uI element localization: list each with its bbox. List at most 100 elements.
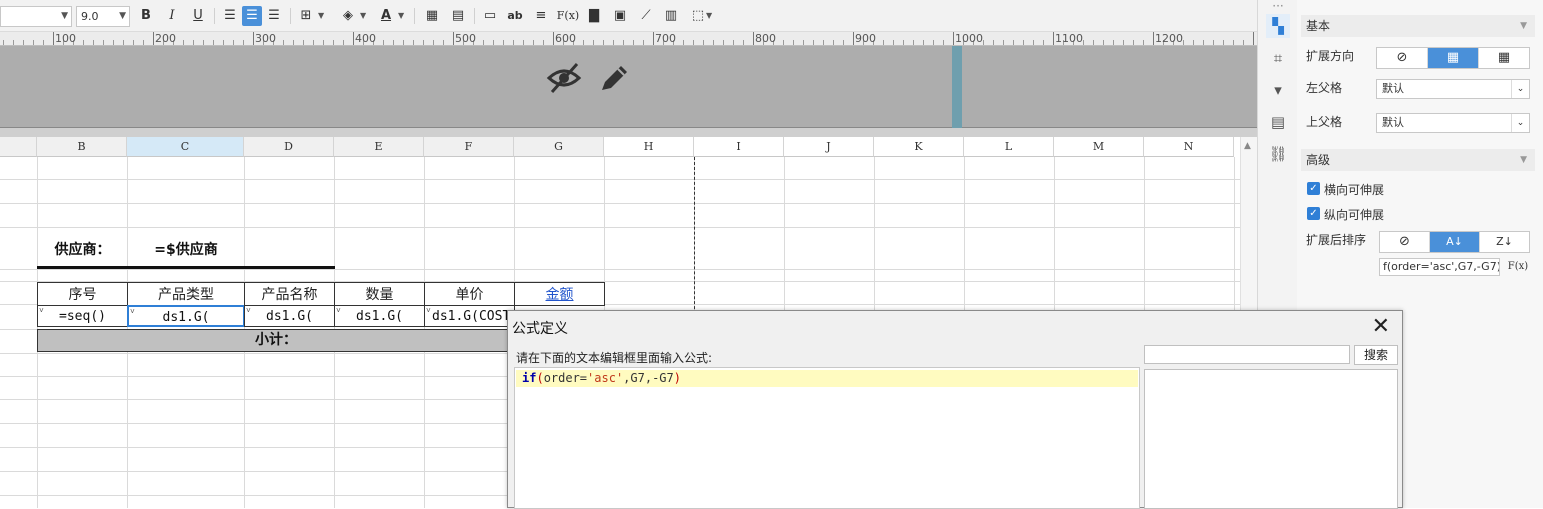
toolbar-divider xyxy=(290,8,291,24)
ruler-tick xyxy=(623,40,624,45)
expand-direction-toggle[interactable]: ⊘ ▦ ▦ xyxy=(1376,47,1530,69)
section-advanced[interactable]: 高级 ▼ xyxy=(1301,149,1535,171)
merge-cells-icon[interactable]: ▦ xyxy=(422,6,442,26)
cell-product-type-selected[interactable]: ˅ ds1.G( xyxy=(127,305,245,327)
sort-formula-field[interactable]: f(order='asc',G7,-G7) xyxy=(1379,258,1500,276)
subreport-icon[interactable]: ▥ xyxy=(661,6,681,26)
header-product-name[interactable]: 产品名称 xyxy=(244,282,335,306)
column-header-m[interactable]: M xyxy=(1054,137,1144,157)
ruler-tick xyxy=(1203,40,1204,45)
vertical-expand-icon[interactable]: ▦ xyxy=(1428,48,1479,68)
font-family-select[interactable]: ▼ xyxy=(0,6,72,27)
sort-descending-icon[interactable]: Z↓ xyxy=(1480,232,1529,252)
supplier-label[interactable]: 供应商： xyxy=(38,240,127,260)
column-header-c[interactable]: C xyxy=(127,137,244,157)
column-header-d[interactable]: D xyxy=(244,137,334,157)
cell-product-name[interactable]: ˅ ds1.G( xyxy=(244,305,335,327)
bold-button[interactable]: B xyxy=(136,6,156,26)
dialog-title: 公式定义 xyxy=(512,321,568,337)
align-center-icon[interactable]: ☰ xyxy=(242,6,262,26)
ruler-tick xyxy=(83,40,84,45)
widget-icon[interactable]: ▾ xyxy=(1266,78,1290,102)
no-sort-icon[interactable]: ⊘ xyxy=(1380,232,1430,252)
font-color-icon[interactable]: A xyxy=(376,6,396,26)
strikethrough-icon[interactable]: ▭ xyxy=(480,6,500,26)
expand-corner-icon: ˅ xyxy=(130,307,135,316)
left-parent-select[interactable]: 默认 ⌄ xyxy=(1376,79,1530,99)
column-header-k[interactable]: K xyxy=(874,137,964,157)
ruler-tick xyxy=(1013,40,1014,45)
supplier-value[interactable]: =$供应商 xyxy=(128,240,244,260)
left-parent-value: 默认 xyxy=(1382,82,1404,95)
ruler-label: 500 xyxy=(455,32,476,45)
column-header-l[interactable]: L xyxy=(964,137,1054,157)
column-header-e[interactable]: E xyxy=(334,137,424,157)
chevron-down-icon[interactable]: ▼ xyxy=(398,6,404,26)
horizontal-expand-icon[interactable]: ▦ xyxy=(1479,48,1529,68)
function-list[interactable] xyxy=(1144,369,1398,509)
header-seq[interactable]: 序号 xyxy=(37,282,128,306)
eye-off-icon[interactable] xyxy=(546,60,582,96)
column-header-i[interactable]: I xyxy=(694,137,784,157)
column-header-h[interactable]: H xyxy=(604,137,694,157)
font-size-select[interactable]: 9.0 ▼ xyxy=(76,6,130,27)
page-width-marker xyxy=(952,46,962,128)
ruler-tick xyxy=(1213,40,1214,45)
align-right-icon[interactable]: ☰ xyxy=(264,6,284,26)
ruler-tick xyxy=(53,32,54,45)
top-parent-select[interactable]: 默认 ⌄ xyxy=(1376,113,1530,133)
cell-style-icon[interactable]: ⌗ xyxy=(1266,46,1290,70)
header-amount-link[interactable]: 金额 xyxy=(546,287,574,303)
chevron-up-icon[interactable]: ▲ xyxy=(1244,141,1251,151)
header-quantity[interactable]: 数量 xyxy=(334,282,425,306)
border-icon[interactable]: ⊞ xyxy=(296,6,316,26)
slash-icon[interactable]: ⟋ xyxy=(636,6,656,26)
underline-button[interactable]: U xyxy=(188,6,208,26)
close-icon[interactable]: ✕ xyxy=(1372,315,1390,339)
header-unit-price[interactable]: 单价 xyxy=(424,282,515,306)
chart-icon[interactable]: ▇ xyxy=(584,6,604,26)
chevron-down-icon[interactable]: ▼ xyxy=(706,6,712,26)
ruler-tick xyxy=(1043,40,1044,45)
no-expand-icon[interactable]: ⊘ xyxy=(1377,48,1428,68)
column-header-g[interactable]: G xyxy=(514,137,604,157)
search-button[interactable]: 搜索 xyxy=(1354,345,1398,365)
frame-icon[interactable]: ⬚ xyxy=(688,6,708,26)
split-cells-icon[interactable]: ▤ xyxy=(448,6,468,26)
formula-editor[interactable]: if(order='asc',G7,-G7) xyxy=(514,367,1140,509)
cell-quantity[interactable]: ˅ ds1.G( xyxy=(334,305,425,327)
function-search-input[interactable] xyxy=(1144,345,1350,364)
column-header-b[interactable]: B xyxy=(37,137,127,157)
formula-editor-button[interactable]: F(x) xyxy=(1507,258,1529,276)
column-header-n[interactable]: N xyxy=(1144,137,1234,157)
fill-color-icon[interactable]: ◈ xyxy=(338,6,358,26)
ruler-tick xyxy=(3,40,4,45)
horizontal-expand-checkbox[interactable]: ✓ xyxy=(1307,182,1320,195)
italic-button[interactable]: I xyxy=(162,6,182,26)
header-product-type[interactable]: 产品类型 xyxy=(127,282,245,306)
pencil-icon[interactable] xyxy=(596,60,632,96)
cell-attributes-icon[interactable]: ▚ xyxy=(1266,14,1290,38)
wrap-text-icon[interactable]: ≡ xyxy=(531,6,551,26)
image-icon[interactable]: ▣ xyxy=(610,6,630,26)
vertical-expand-checkbox[interactable]: ✓ xyxy=(1307,207,1320,220)
section-basic[interactable]: 基本 ▼ xyxy=(1301,15,1535,37)
sort-ascending-icon[interactable]: A↓ xyxy=(1430,232,1480,252)
ruler-tick xyxy=(583,40,584,45)
align-left-icon[interactable]: ☰ xyxy=(220,6,240,26)
subtotal-row[interactable]: 小计： xyxy=(37,329,515,352)
column-header-j[interactable]: J xyxy=(784,137,874,157)
sort-order-toggle[interactable]: ⊘ A↓ Z↓ xyxy=(1379,231,1530,253)
ruler-tick xyxy=(33,40,34,45)
text-direction-icon[interactable]: ab xyxy=(505,6,525,26)
column-header-f[interactable]: F xyxy=(424,137,514,157)
cell-seq[interactable]: ˅ =seq() xyxy=(37,305,128,327)
formula-line[interactable]: if(order='asc',G7,-G7) xyxy=(516,370,1138,387)
chevron-down-icon[interactable]: ▼ xyxy=(318,6,324,26)
header-amount[interactable]: 金额 xyxy=(514,282,605,306)
condition-icon[interactable]: ▤ xyxy=(1266,110,1290,134)
hyperlink-icon[interactable]: ⛓ xyxy=(1266,142,1290,166)
chevron-down-icon[interactable]: ▼ xyxy=(360,6,366,26)
formula-icon[interactable]: F(x) xyxy=(556,6,580,26)
cell-unit-price[interactable]: ˅ ds1.G(COST xyxy=(424,305,515,327)
